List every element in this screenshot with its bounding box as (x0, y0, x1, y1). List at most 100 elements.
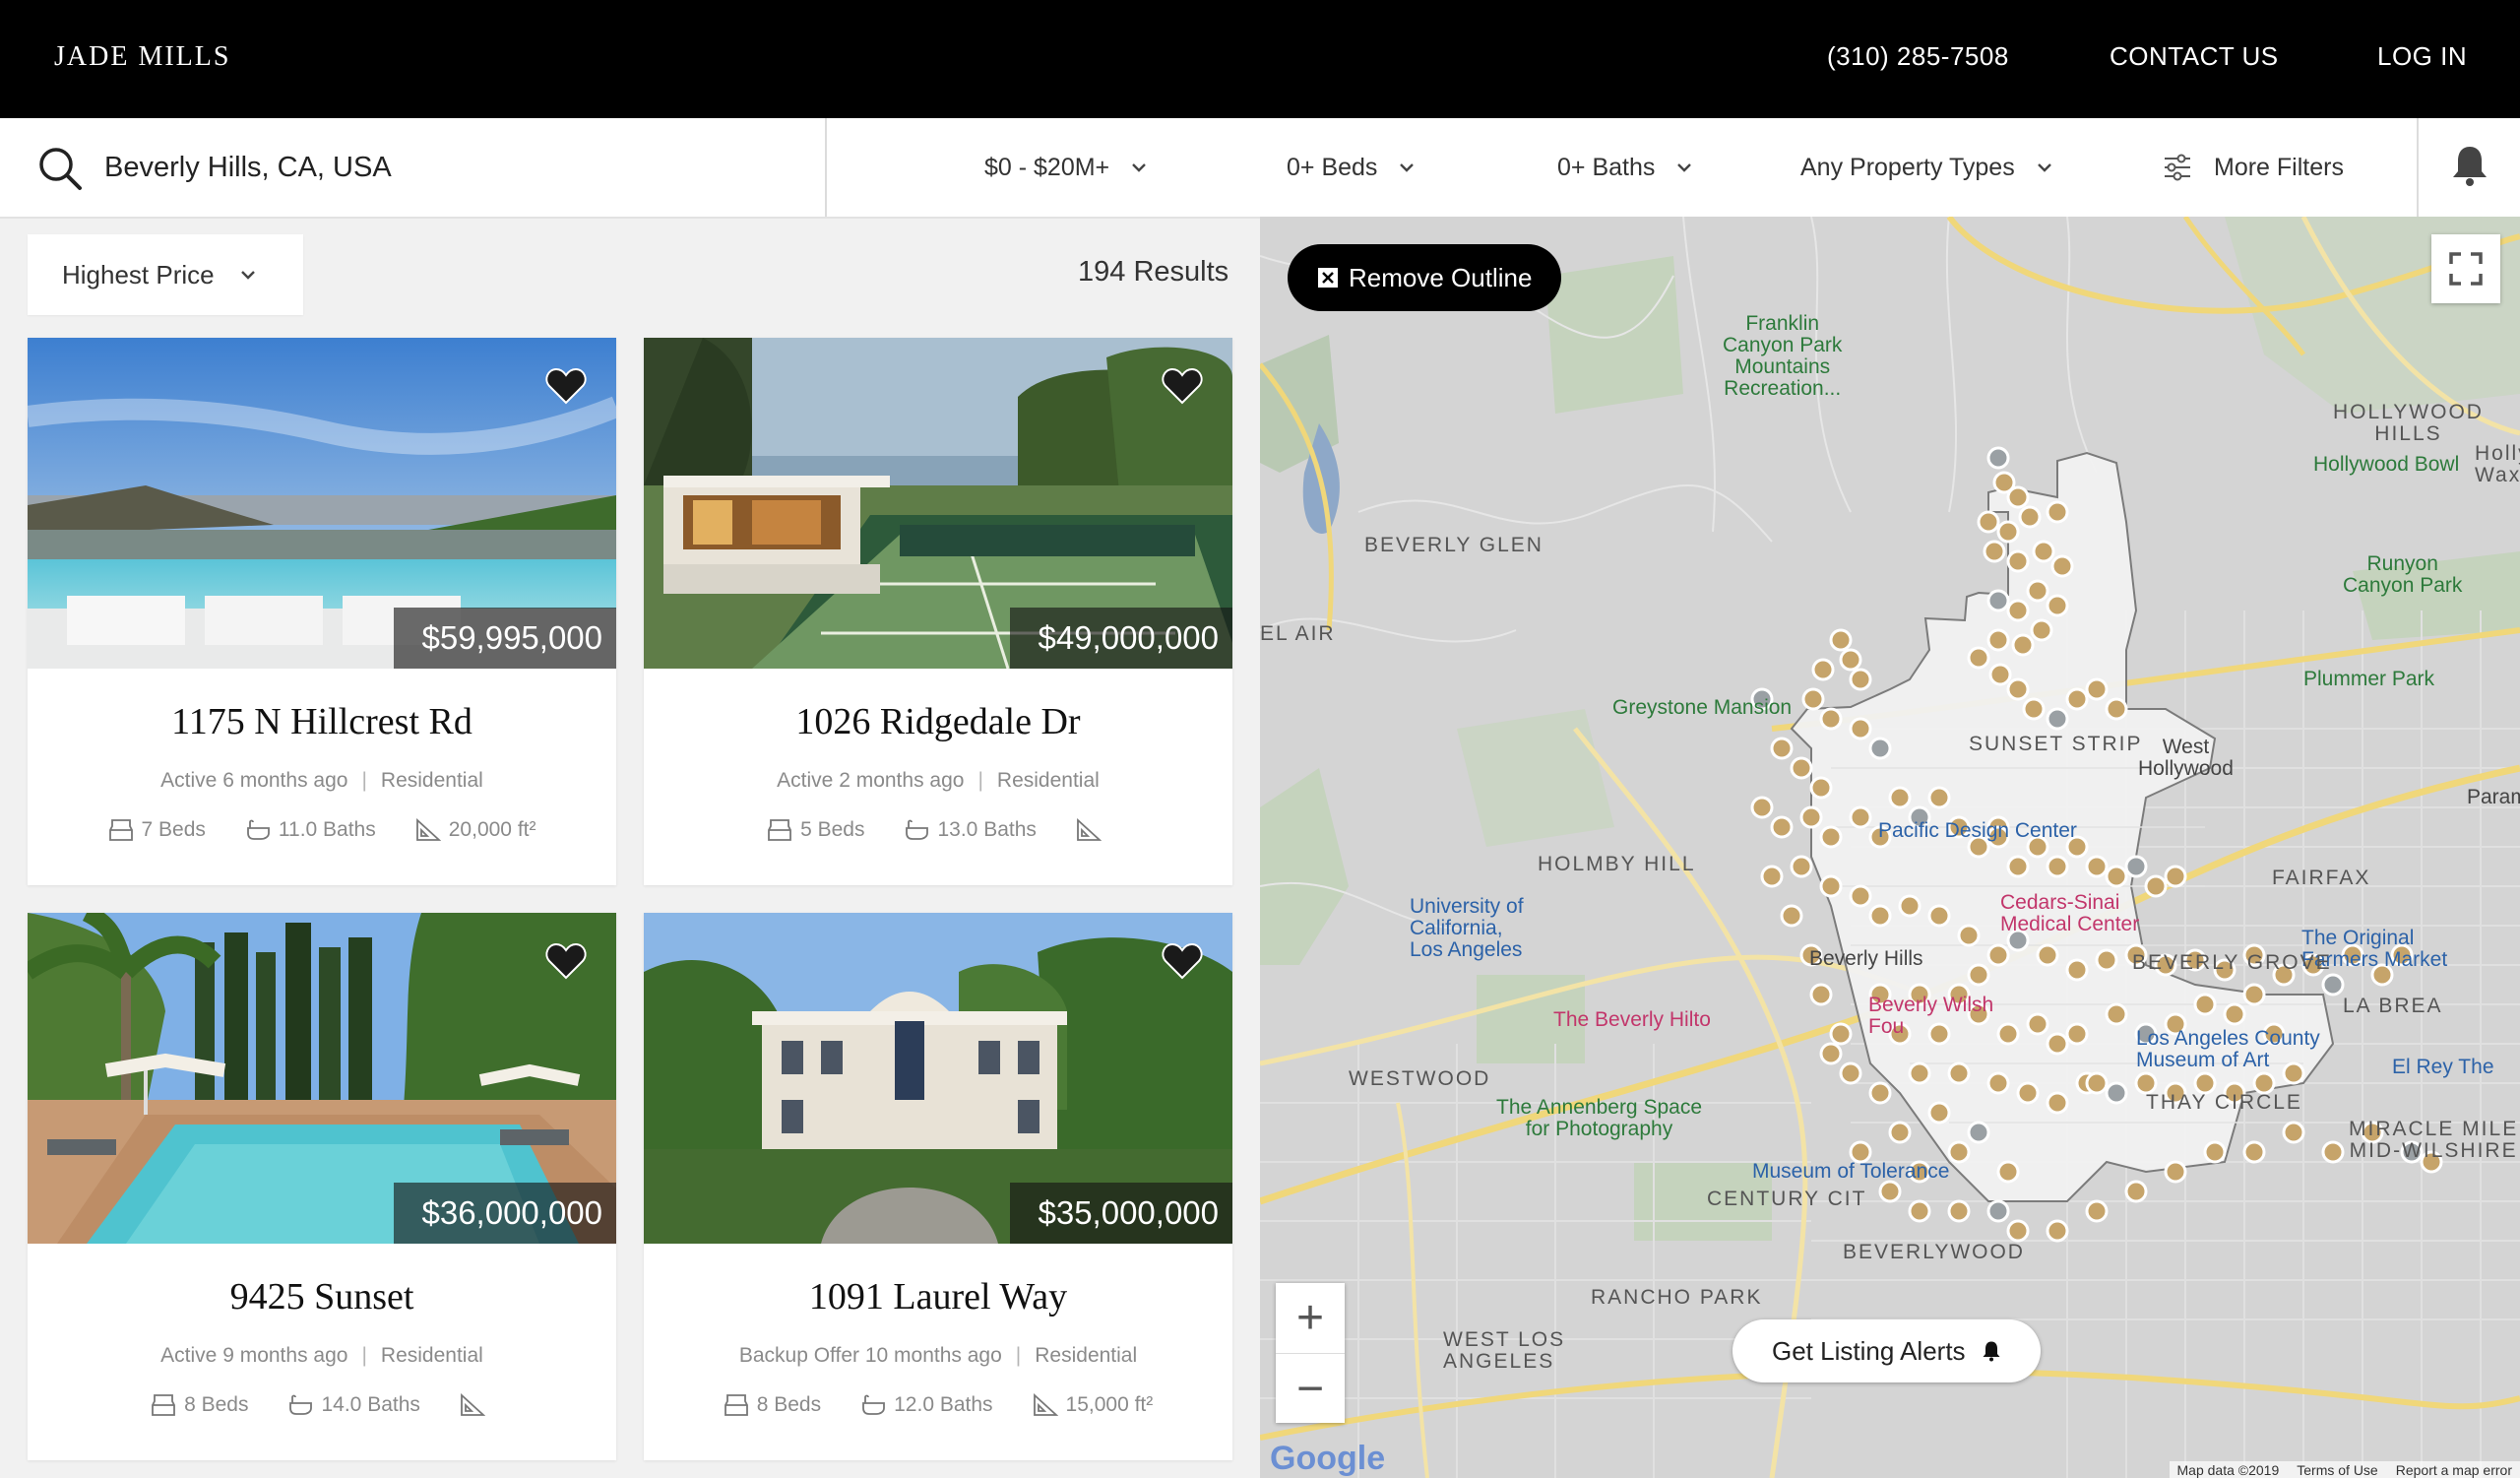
map-pin[interactable] (2223, 1002, 2246, 1026)
search-icon[interactable] (37, 146, 83, 196)
heart-icon[interactable] (545, 942, 587, 980)
map-pin[interactable] (2164, 865, 2187, 888)
map-pin[interactable] (2144, 874, 2168, 898)
map-pin[interactable] (2105, 1002, 2128, 1026)
map-pin[interactable] (2036, 943, 2059, 967)
map-pin[interactable] (1878, 1180, 1902, 1203)
map-pin[interactable] (1898, 894, 1922, 918)
map-pin[interactable] (1790, 756, 1813, 780)
map-pin[interactable] (2046, 594, 2069, 617)
map-canvas[interactable] (1260, 217, 2520, 1478)
map-pin[interactable] (1770, 815, 1794, 839)
map-pin[interactable] (2046, 1219, 2069, 1243)
map-pin[interactable] (1849, 1140, 1872, 1164)
map-pin[interactable] (2065, 687, 2089, 711)
map-pin[interactable] (1809, 983, 1833, 1006)
map-pin[interactable] (1927, 1101, 1951, 1125)
get-listing-alerts-button[interactable]: Get Listing Alerts (1732, 1319, 2041, 1382)
listing-card[interactable]: $35,000,000 1091 Laurel Way Backup Offer… (644, 913, 1232, 1460)
map-pin[interactable] (2242, 983, 2266, 1006)
map-pin[interactable] (2252, 1071, 2276, 1095)
map-pin[interactable] (2105, 1081, 2128, 1105)
map-pin[interactable] (1868, 1081, 1892, 1105)
remove-outline-button[interactable]: Remove Outline (1288, 244, 1562, 311)
more-filters-button[interactable]: More Filters (2163, 148, 2344, 187)
map-pin[interactable] (2050, 554, 2074, 578)
map-pin[interactable] (2095, 948, 2118, 972)
report-map-error-link[interactable]: Report a map error (2396, 1462, 2512, 1478)
map-pin[interactable] (2085, 855, 2109, 878)
map-pin[interactable] (2046, 855, 2069, 878)
map-pin[interactable] (1983, 540, 2006, 563)
map-pin[interactable] (1849, 805, 1872, 829)
map-pin[interactable] (2006, 855, 2030, 878)
listing-card[interactable]: $59,995,000 1175 N Hillcrest Rd Active 6… (28, 338, 616, 885)
map-pin[interactable] (2006, 677, 2030, 701)
listing-photo[interactable]: $59,995,000 (28, 338, 616, 669)
map-pin[interactable] (1986, 589, 2010, 612)
map-pin[interactable] (1839, 1061, 1862, 1085)
map-pin[interactable] (1849, 668, 1872, 691)
map-pin[interactable] (1996, 1022, 2020, 1046)
map-pin[interactable] (1750, 796, 1774, 819)
search-input[interactable] (102, 144, 795, 191)
map-pin[interactable] (2006, 549, 2030, 573)
map-pin[interactable] (1988, 663, 2012, 686)
brand-logo[interactable]: JADE MILLS (54, 41, 230, 73)
contact-us-link[interactable]: CONTACT US (2110, 41, 2279, 72)
listing-address[interactable]: 1091 Laurel Way (644, 1275, 1232, 1318)
listing-address[interactable]: 1026 Ridgedale Dr (644, 700, 1232, 743)
map-pin[interactable] (2124, 1180, 2148, 1203)
map-pin[interactable] (1927, 904, 1951, 928)
map-pin[interactable] (1908, 1199, 1931, 1223)
beds-filter[interactable]: 0+ Beds (1287, 148, 1415, 187)
map-pin[interactable] (2193, 1071, 2217, 1095)
google-logo[interactable]: Google (1270, 1440, 1385, 1478)
map-pin[interactable] (1770, 737, 1794, 760)
listing-address[interactable]: 9425 Sunset (28, 1275, 616, 1318)
map-pin[interactable] (2006, 485, 2030, 509)
map-pin[interactable] (2124, 855, 2148, 878)
heart-icon[interactable] (1162, 367, 1203, 405)
map-pin[interactable] (2018, 505, 2042, 529)
fullscreen-button[interactable] (2431, 234, 2500, 303)
map-pin[interactable] (2016, 1081, 2040, 1105)
map-pin[interactable] (1819, 1042, 1843, 1065)
map-pin[interactable] (2065, 1022, 2089, 1046)
map-pin[interactable] (1947, 1199, 1971, 1223)
map-pin[interactable] (1908, 1061, 1931, 1085)
map-pin[interactable] (2006, 1219, 2030, 1243)
map-pin[interactable] (1829, 1022, 1853, 1046)
map-pin[interactable] (1819, 874, 1843, 898)
map-pin[interactable] (1849, 717, 1872, 740)
map-pin[interactable] (1967, 1121, 1990, 1144)
baths-filter[interactable]: 0+ Baths (1557, 148, 1692, 187)
map-pin[interactable] (2046, 1091, 2069, 1115)
map-pin[interactable] (1868, 737, 1892, 760)
terms-of-use-link[interactable]: Terms of Use (2297, 1462, 2377, 1478)
listing-address[interactable]: 1175 N Hillcrest Rd (28, 700, 616, 743)
listing-card[interactable]: $49,000,000 1026 Ridgedale Dr Active 2 m… (644, 338, 1232, 885)
map-pin[interactable] (1799, 805, 1823, 829)
map-pin[interactable] (2022, 697, 2046, 721)
map-pin[interactable] (1819, 707, 1843, 731)
listing-photo[interactable]: $49,000,000 (644, 338, 1232, 669)
map-pin[interactable] (1967, 646, 1990, 670)
map-pin[interactable] (2203, 1140, 2227, 1164)
map-pin[interactable] (1790, 855, 1813, 878)
map-pin[interactable] (2065, 958, 2089, 982)
map-pin[interactable] (2242, 1140, 2266, 1164)
map-pin[interactable] (1811, 658, 1835, 681)
sort-dropdown[interactable]: Highest Price (28, 234, 303, 315)
map-pin[interactable] (2032, 540, 2055, 563)
map-pin[interactable] (1957, 924, 1981, 947)
map-pin[interactable] (2046, 500, 2069, 524)
map-pin[interactable] (1760, 865, 1784, 888)
listing-card[interactable]: $36,000,000 9425 Sunset Active 9 months … (28, 913, 616, 1460)
map-pin[interactable] (2046, 1032, 2069, 1056)
map-pin[interactable] (2321, 973, 2345, 996)
listing-photo[interactable]: $35,000,000 (644, 913, 1232, 1244)
zoom-out-button[interactable]: − (1276, 1353, 1345, 1424)
map-pin[interactable] (1977, 510, 2000, 534)
map-pin[interactable] (1996, 520, 2020, 544)
